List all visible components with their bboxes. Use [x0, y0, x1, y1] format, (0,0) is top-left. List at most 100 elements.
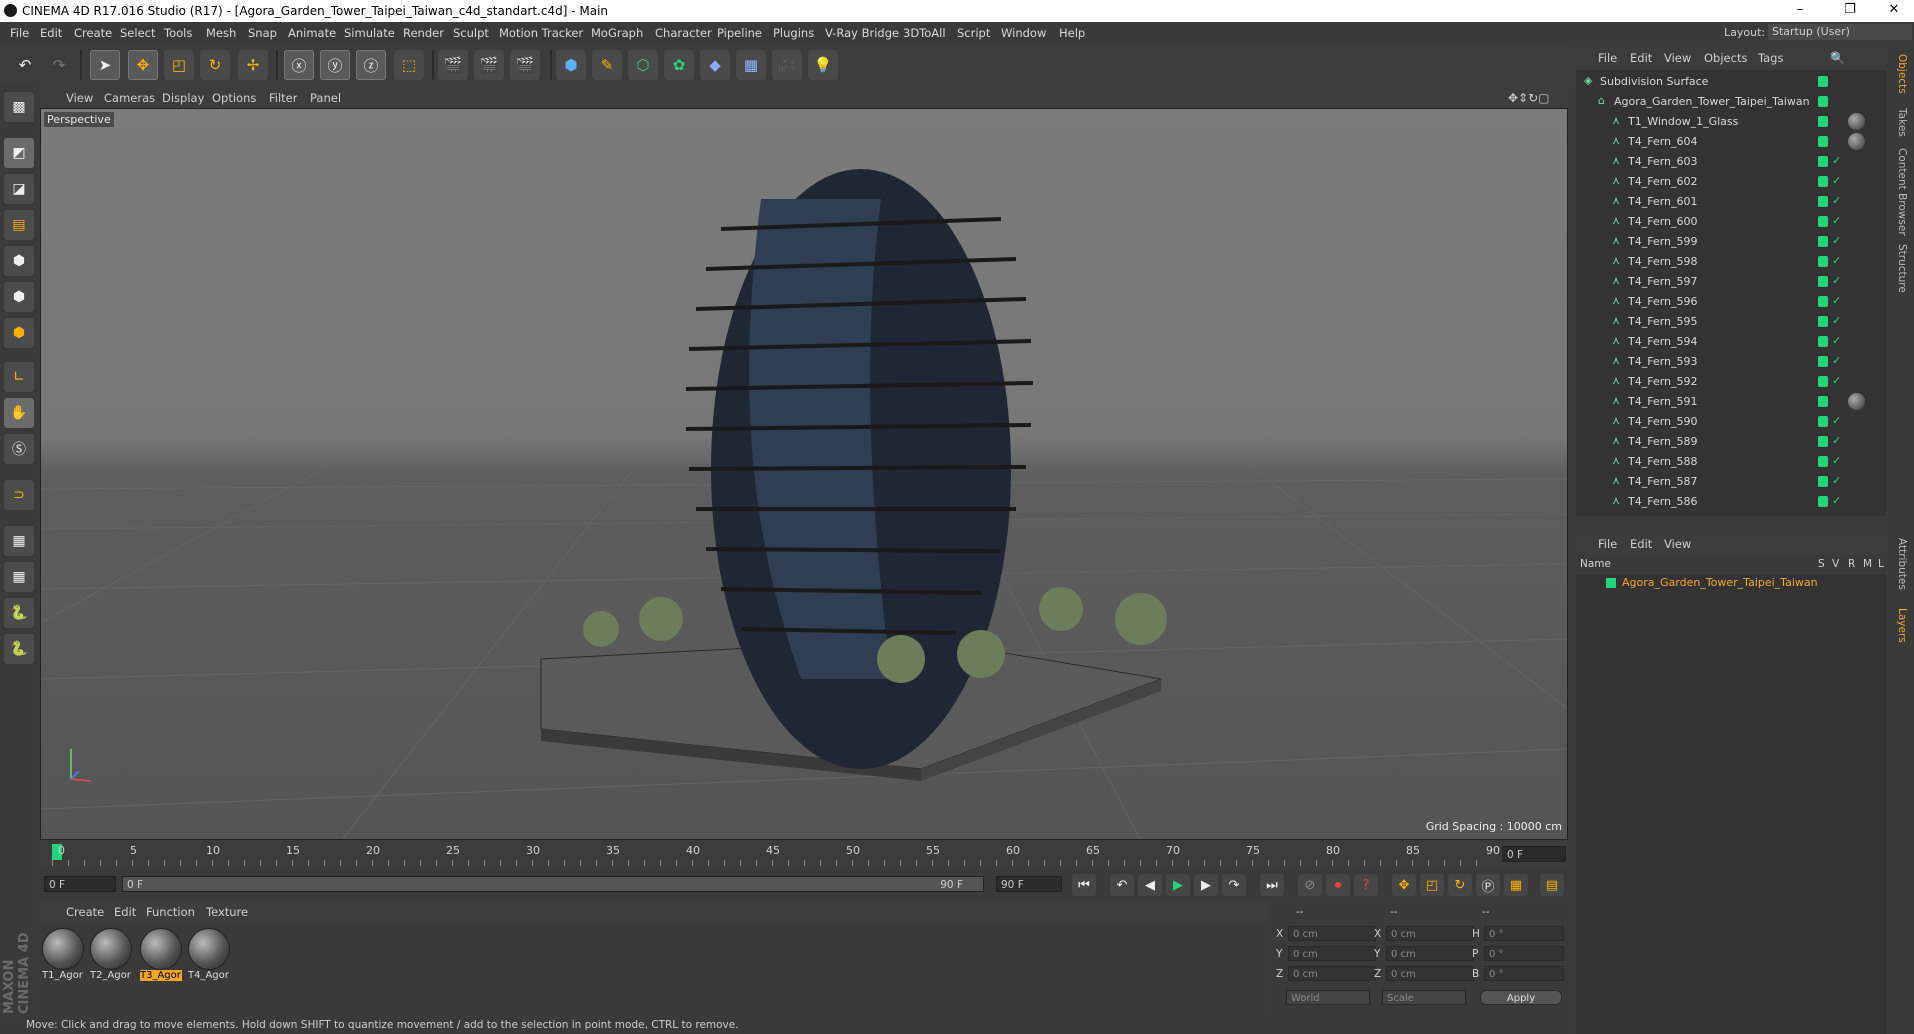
enabled-check-icon[interactable]: ✓ [1832, 294, 1841, 307]
layer-color-icon[interactable] [1818, 476, 1828, 487]
layer-color-icon[interactable] [1818, 436, 1828, 447]
maximize-button[interactable]: ❐ [1830, 2, 1870, 17]
enabled-check-icon[interactable]: ✓ [1832, 414, 1841, 427]
menu-script[interactable]: Script [957, 26, 990, 40]
menu-simulate[interactable]: Simulate [344, 26, 395, 40]
tab-takes[interactable]: Takes [1896, 108, 1908, 137]
cube-object-icon[interactable]: ⬢ [556, 50, 586, 80]
viewport-menu-view[interactable]: View [66, 91, 93, 105]
layer-color-icon[interactable] [1818, 76, 1828, 87]
enabled-check-icon[interactable]: ✓ [1832, 254, 1841, 267]
texture-mode-icon[interactable]: ◪ [4, 174, 34, 204]
previous-frame-icon[interactable]: ◀ [1138, 874, 1162, 896]
camera-icon[interactable]: 🎥 [772, 50, 802, 80]
menu-character[interactable]: Character [655, 26, 712, 40]
deformer-icon[interactable]: ◆ [700, 50, 730, 80]
object-row[interactable]: ⋏ T4_Fern_590 ✓ [1576, 412, 1886, 432]
select-arrow-icon[interactable]: ➤ [90, 50, 120, 80]
material-swatch[interactable]: T1_Agor [42, 928, 84, 986]
object-row[interactable]: ⋏ T4_Fern_601 ✓ [1576, 192, 1886, 212]
menu-tools[interactable]: Tools [164, 26, 192, 40]
edges-mode-icon[interactable]: ⬢ [4, 282, 34, 312]
mograph-cloner-icon[interactable]: ✿ [664, 50, 694, 80]
layer-color-icon[interactable] [1818, 216, 1828, 227]
menu-3dtoall[interactable]: 3DToAll [903, 26, 946, 40]
viewport-menu-cameras[interactable]: Cameras [104, 91, 155, 105]
om-menu-tags[interactable]: Tags [1758, 51, 1783, 65]
apply-button[interactable]: Apply [1480, 990, 1562, 1005]
layer-color-icon[interactable] [1818, 176, 1828, 187]
render-view-icon[interactable]: 🎬 [438, 50, 468, 80]
position-y-field[interactable]: 0 cm [1288, 946, 1376, 961]
object-row[interactable]: ⋏ T4_Fern_588 ✓ [1576, 452, 1886, 472]
om-menu-objects[interactable]: Objects [1704, 51, 1747, 65]
light-icon[interactable]: 💡 [808, 50, 838, 80]
object-row[interactable]: ⋏ T4_Fern_587 ✓ [1576, 472, 1886, 492]
python-script-icon[interactable]: 🐍 [4, 598, 34, 628]
model-mode-icon[interactable]: ◩ [4, 138, 34, 168]
layer-menu-edit[interactable]: Edit [1630, 537, 1652, 551]
enabled-check-icon[interactable]: ✓ [1832, 454, 1841, 467]
material-menu-function[interactable]: Function [146, 905, 195, 919]
enabled-check-icon[interactable]: ✓ [1832, 214, 1841, 227]
layer-color-swatch[interactable] [1606, 578, 1616, 588]
tab-content-browser[interactable]: Content Browser [1896, 148, 1908, 236]
keyframe-selection-icon[interactable]: ⊘ [1298, 874, 1322, 896]
enabled-check-icon[interactable]: ✓ [1832, 274, 1841, 287]
menu-vray-bridge[interactable]: V-Ray Bridge [825, 26, 899, 40]
enabled-check-icon[interactable]: ✓ [1832, 474, 1841, 487]
layer-name[interactable]: Agora_Garden_Tower_Taipei_Taiwan [1622, 576, 1818, 589]
coordinate-system-icon[interactable]: ⬚ [394, 50, 424, 80]
play-icon[interactable]: ▶ [1166, 874, 1190, 896]
close-button[interactable]: ✕ [1874, 2, 1914, 17]
enabled-check-icon[interactable]: ✓ [1832, 334, 1841, 347]
go-to-end-icon[interactable]: ⏭ [1260, 874, 1284, 896]
menu-create[interactable]: Create [74, 26, 112, 40]
enabled-check-icon[interactable]: ✓ [1832, 494, 1841, 507]
viewport-menu-panel[interactable]: Panel [310, 91, 341, 105]
workplane-lock-icon[interactable]: ▦ [4, 526, 34, 556]
menu-window[interactable]: Window [1001, 26, 1046, 40]
menu-plugins[interactable]: Plugins [773, 26, 814, 40]
enabled-check-icon[interactable]: ✓ [1832, 354, 1841, 367]
key-pla-icon[interactable]: ▦ [1504, 874, 1528, 896]
autokey-icon[interactable]: ? [1354, 874, 1378, 896]
rotation-b-field[interactable]: 0 ° [1484, 966, 1564, 981]
move-icon[interactable]: ✥ [128, 50, 158, 80]
object-row[interactable]: ⌂ Agora_Garden_Tower_Taipei_Taiwan [1576, 92, 1886, 112]
rotation-p-field[interactable]: 0 ° [1484, 946, 1564, 961]
z-axis-icon[interactable]: ⓩ [356, 50, 386, 80]
coordinate-system-select[interactable]: World [1286, 990, 1370, 1005]
object-row[interactable]: ◈ Subdivision Surface [1576, 72, 1886, 92]
snap-icon[interactable]: Ⓢ [4, 434, 34, 464]
tab-layers[interactable]: Layers [1896, 608, 1908, 643]
layer-color-icon[interactable] [1818, 156, 1828, 167]
enabled-check-icon[interactable]: ✓ [1832, 434, 1841, 447]
viewport-menu-display[interactable]: Display [162, 91, 204, 105]
rotation-h-field[interactable]: 0 ° [1484, 926, 1564, 941]
minimize-button[interactable]: – [1780, 2, 1820, 17]
pen-spline-icon[interactable]: ✎ [592, 50, 622, 80]
material-menu-create[interactable]: Create [66, 905, 104, 919]
layer-color-icon[interactable] [1818, 396, 1828, 407]
om-menu-file[interactable]: File [1598, 51, 1617, 65]
menu-help[interactable]: Help [1059, 26, 1085, 40]
viewport-menu-filter[interactable]: Filter [269, 91, 297, 105]
material-tag-icon[interactable] [1848, 113, 1865, 130]
object-row[interactable]: ⋏ T1_Window_1_Glass [1576, 112, 1886, 132]
object-row[interactable]: ⋏ T4_Fern_592 ✓ [1576, 372, 1886, 392]
polygons-mode-icon[interactable]: ⬢ [4, 318, 34, 348]
menu-sculpt[interactable]: Sculpt [453, 26, 489, 40]
material-swatch[interactable]: T3_Agor [140, 928, 182, 986]
menu-file[interactable]: File [10, 26, 29, 40]
size-y-field[interactable]: 0 cm [1386, 946, 1474, 961]
go-to-start-icon[interactable]: ⏮ [1072, 874, 1096, 896]
material-tag-icon[interactable] [1848, 393, 1865, 410]
object-row[interactable]: ⋏ T4_Fern_598 ✓ [1576, 252, 1886, 272]
layer-color-icon[interactable] [1818, 356, 1828, 367]
key-scale-icon[interactable]: ◰ [1420, 874, 1444, 896]
layer-color-icon[interactable] [1818, 496, 1828, 507]
layer-color-icon[interactable] [1818, 456, 1828, 467]
tweak-mode-icon[interactable]: ✋ [4, 398, 34, 428]
object-row[interactable]: ⋏ T4_Fern_597 ✓ [1576, 272, 1886, 292]
